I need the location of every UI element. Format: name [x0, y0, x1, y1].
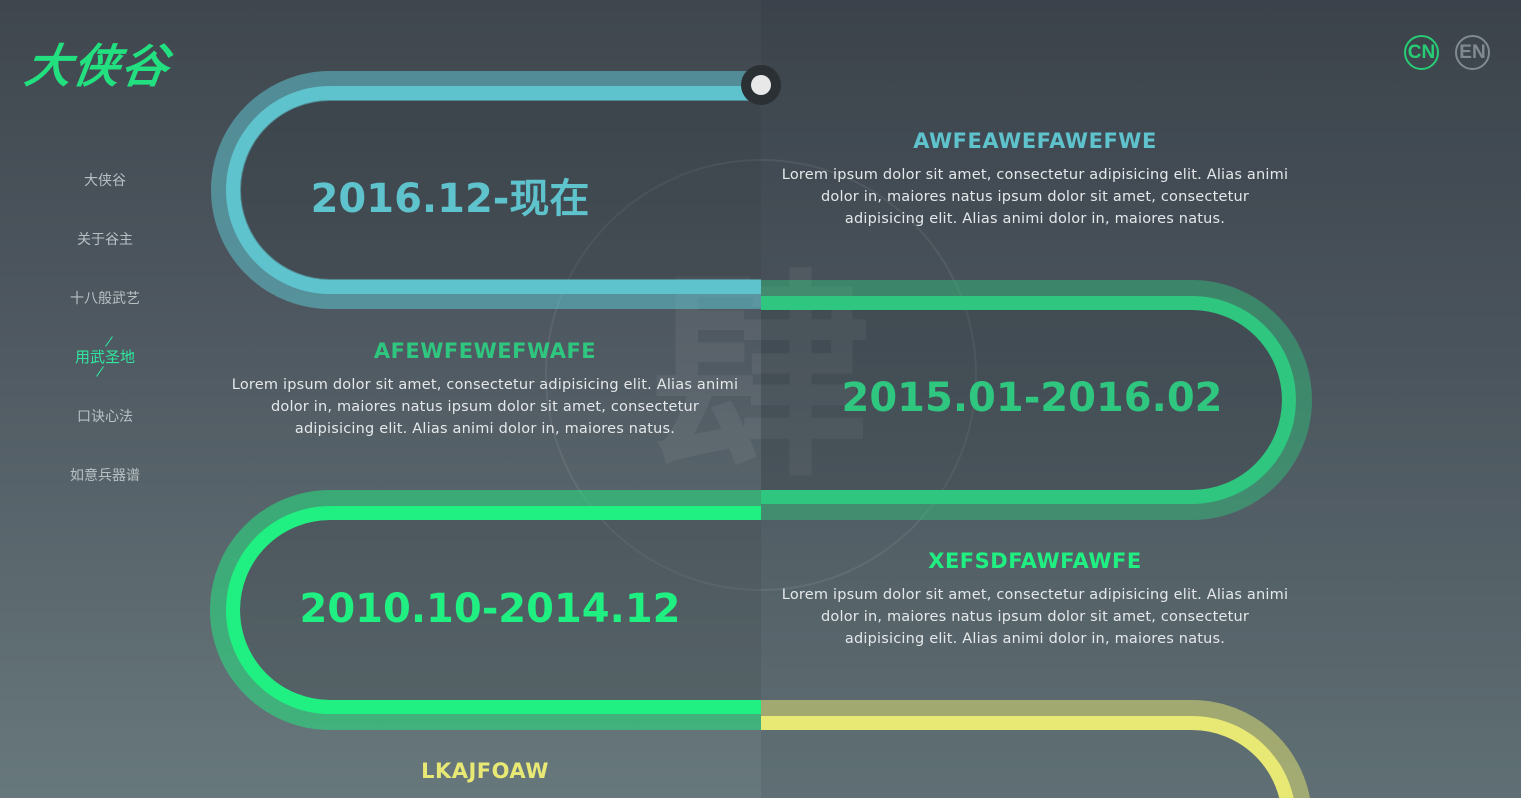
timeline-date-1: 2016.12-现在 [310, 176, 590, 222]
timeline-desc-3: Lorem ipsum dolor sit amet, consectetur … [781, 587, 1289, 647]
timeline-title-3: XEFSDFAWFAWFE [928, 549, 1142, 573]
timeline-desc-2: Lorem ipsum dolor sit amet, consectetur … [231, 377, 739, 437]
timeline-title-2: AFEWFEWEFWAFE [373, 339, 597, 363]
timeline-date-2: 2015.01-2016.02 [841, 375, 1223, 421]
timeline-track: 肆 [210, 0, 1521, 798]
timeline-title-4: LKAJFOAW [421, 759, 549, 783]
timeline-date-3: 2010.10-2014.12 [299, 586, 681, 632]
timeline-start-dot [751, 75, 771, 95]
timeline-desc-1: Lorem ipsum dolor sit amet, consectetur … [781, 167, 1289, 227]
timeline-title-1: AWFEAWEFAWEFWE [913, 129, 1157, 153]
